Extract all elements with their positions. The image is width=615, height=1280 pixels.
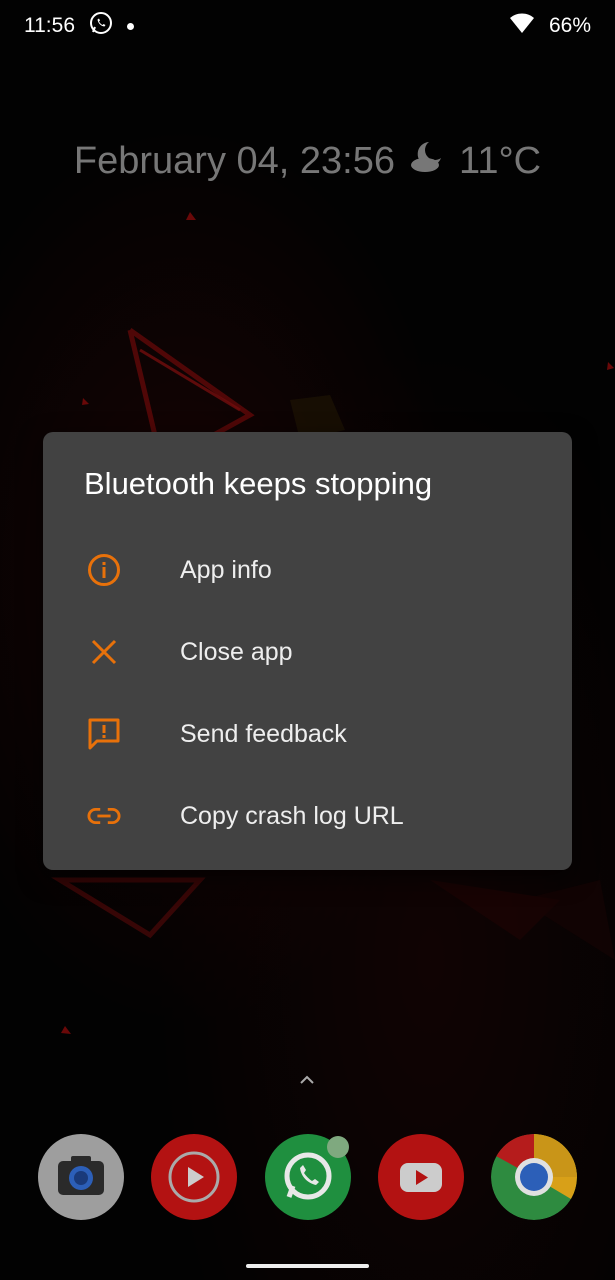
status-bar: 11:56 66% — [0, 0, 615, 52]
close-icon — [87, 635, 121, 669]
battery-percent: 66% — [548, 14, 591, 37]
moon-cloud-icon — [409, 138, 445, 184]
dot-icon — [127, 22, 134, 30]
status-left: 11:56 — [24, 11, 134, 41]
dialog-title: Bluetooth keeps stopping — [84, 466, 433, 501]
whatsapp-app-icon[interactable] — [265, 1134, 351, 1220]
status-time: 11:56 — [24, 14, 75, 37]
swipe-up-chevron-icon[interactable] — [298, 1072, 316, 1091]
chrome-app-icon[interactable] — [491, 1134, 577, 1220]
whatsapp-icon — [89, 11, 113, 41]
app-dock — [0, 1134, 615, 1222]
close-app-label: Close app — [180, 637, 293, 666]
youtube-music-app-icon[interactable] — [151, 1134, 237, 1220]
status-right: 66% — [509, 12, 591, 40]
app-info-option[interactable]: App info — [43, 529, 572, 611]
crash-dialog: Bluetooth keeps stopping App info Close … — [43, 432, 572, 870]
feedback-icon — [87, 717, 121, 751]
app-info-label: App info — [180, 555, 272, 584]
at-a-glance-widget[interactable]: February 04, 23:56 11°C — [0, 138, 615, 184]
copy-crash-log-label: Copy crash log URL — [180, 801, 404, 830]
gesture-nav-handle[interactable] — [246, 1264, 369, 1268]
link-icon — [87, 799, 121, 833]
date-time-text[interactable]: February 04, 23:56 — [74, 140, 395, 183]
send-feedback-option[interactable]: Send feedback — [43, 693, 572, 775]
info-icon — [87, 553, 121, 587]
close-app-option[interactable]: Close app — [43, 611, 572, 693]
send-feedback-label: Send feedback — [180, 719, 347, 748]
youtube-app-icon[interactable] — [378, 1134, 464, 1220]
wifi-icon — [509, 12, 535, 40]
copy-crash-log-option[interactable]: Copy crash log URL — [43, 775, 572, 857]
notification-badge — [327, 1136, 349, 1158]
camera-app-icon[interactable] — [38, 1134, 124, 1220]
temperature-text[interactable]: 11°C — [459, 140, 541, 183]
